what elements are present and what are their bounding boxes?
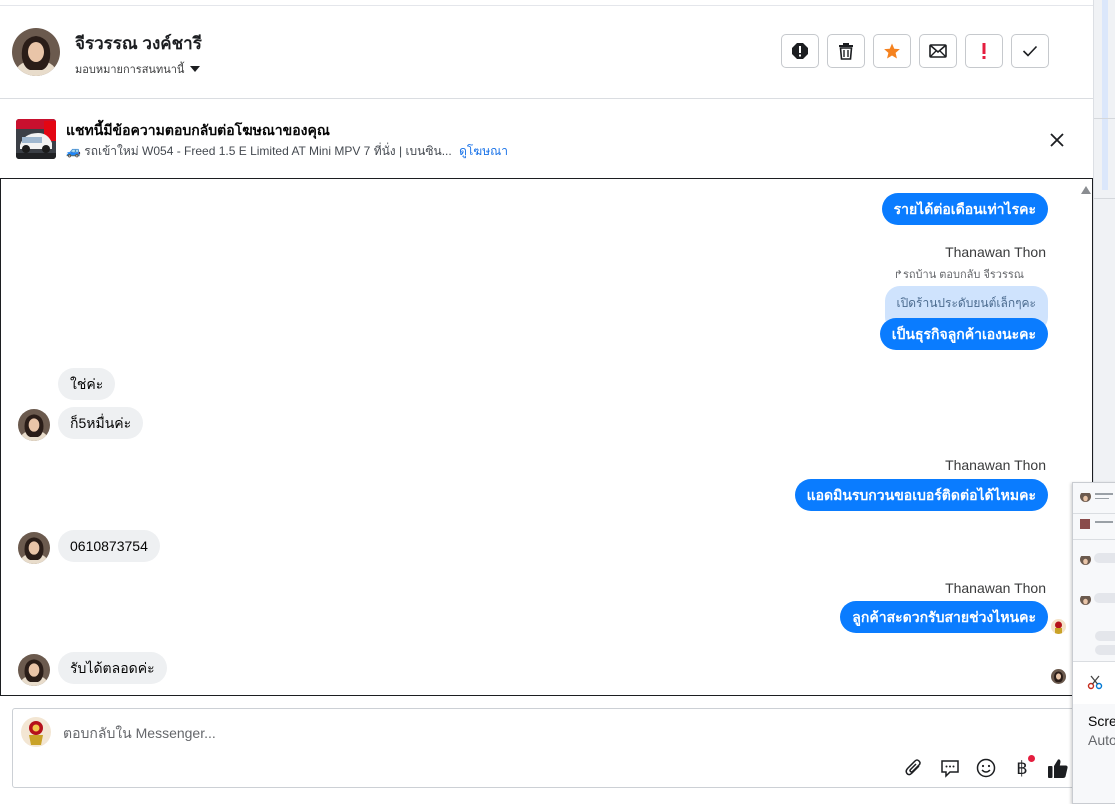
mini-avatar (1080, 594, 1091, 605)
contact-avatar-small (18, 532, 50, 564)
ad-banner-subtitle: 🚙 รถเข้าใหม่ W054 - Freed 1.5 E Limited … (66, 142, 508, 161)
star-icon (884, 43, 900, 59)
message-bubble-outgoing: แอดมินรบกวนขอเบอร์ติดต่อได้ไหมคะ (794, 479, 1048, 511)
message-thread[interactable]: รายได้ต่อเดือนเท่าไรคะ Thanawan Thon ↱รถ… (0, 178, 1093, 696)
close-icon (1050, 133, 1064, 147)
message-bubble-incoming: รับได้ตลอดค่ะ (58, 652, 167, 684)
reply-composer: ฿ (12, 708, 1082, 788)
contact-avatar-small (18, 409, 50, 441)
ad-thumbnail[interactable] (16, 119, 56, 159)
sender-name: Thanawan Thon (945, 457, 1046, 473)
contact-avatar[interactable] (12, 28, 60, 76)
view-ad-link[interactable]: ดูโฆษณา (459, 144, 508, 158)
spam-icon (792, 43, 808, 59)
saved-replies-button[interactable] (939, 757, 961, 779)
close-ad-banner-button[interactable] (1046, 129, 1068, 151)
contact-seen-avatar (1051, 669, 1066, 684)
attach-file-button[interactable] (903, 757, 925, 779)
message-bubble-incoming: ใช่ค่ะ (58, 368, 116, 400)
scissors-icon[interactable] (1087, 674, 1103, 690)
message-bubble-outgoing: ลูกค้าสะดวกรับสายช่วงไหนคะ (840, 601, 1048, 633)
trash-icon (839, 43, 853, 60)
messenger-reply-input[interactable] (61, 721, 665, 745)
scroll-up-arrow[interactable] (1081, 186, 1091, 194)
page-avatar (21, 717, 51, 747)
assign-conversation-dropdown[interactable]: มอบหมายการสนทนานี้ (75, 60, 201, 78)
sender-name: Thanawan Thon (945, 244, 1046, 260)
message-bubble-incoming: 0610873754 (58, 530, 160, 562)
composer-toolbar: ฿ (903, 755, 1069, 779)
star-button[interactable] (873, 34, 911, 68)
ad-banner-title: แชทนี้มีข้อความตอบกลับต่อโฆษณาของคุณ (66, 122, 330, 138)
mark-unread-button[interactable] (919, 34, 957, 68)
contact-avatar-small (18, 654, 50, 686)
notification-title: Scre (1088, 713, 1115, 729)
mark-spam-button[interactable] (781, 34, 819, 68)
snipping-toolbar (1073, 661, 1115, 704)
mark-done-button[interactable] (1011, 34, 1049, 68)
check-icon (1022, 45, 1038, 57)
send-like-button[interactable] (1047, 757, 1069, 779)
baht-icon: ฿ (1016, 757, 1028, 779)
assign-label: มอบหมายการสนทนานี้ (75, 64, 185, 76)
saved-reply-icon (941, 760, 959, 778)
chevron-down-icon (190, 66, 201, 72)
floating-preview-window[interactable]: Scre Auto (1072, 482, 1115, 804)
message-bubble-outgoing: รายได้ต่อเดือนเท่าไรคะ (881, 193, 1048, 225)
mark-important-button[interactable] (965, 34, 1003, 68)
notification-subtitle: Auto (1088, 732, 1115, 748)
attach-icon (905, 759, 921, 776)
page-seen-avatar (1051, 619, 1066, 634)
message-bubble-outgoing: เป็นธุรกิจลูกค้าเองนะคะ (879, 318, 1048, 350)
payment-button[interactable]: ฿ (1011, 755, 1035, 779)
delete-button[interactable] (827, 34, 865, 68)
sender-name: Thanawan Thon (945, 580, 1046, 596)
message-bubble-incoming: ก็5หมื่นค่ะ (58, 407, 144, 439)
important-icon (982, 43, 986, 59)
conversation-header: จีรวรรณ วงค์ชารี มอบหมายการสนทนานี้ (0, 6, 1093, 99)
ad-description: 🚙 รถเข้าใหม่ W054 - Freed 1.5 E Limited … (66, 144, 452, 158)
mail-icon (929, 44, 947, 58)
mini-avatar (1080, 491, 1091, 502)
ad-reply-banner: แชทนี้มีข้อความตอบกลับต่อโฆษณาของคุณ 🚙 ร… (0, 99, 1093, 177)
mini-avatar (1080, 554, 1091, 565)
emoji-icon (976, 758, 996, 778)
notification-dot (1028, 755, 1035, 762)
header-actions (781, 34, 1049, 68)
emoji-button[interactable] (975, 757, 997, 779)
reply-context: ↱รถบ้าน ตอบกลับ จีรวรรณ (893, 269, 1024, 281)
thumbs-up-icon (1048, 759, 1068, 778)
contact-name: จีรวรรณ วงค์ชารี (75, 34, 202, 53)
